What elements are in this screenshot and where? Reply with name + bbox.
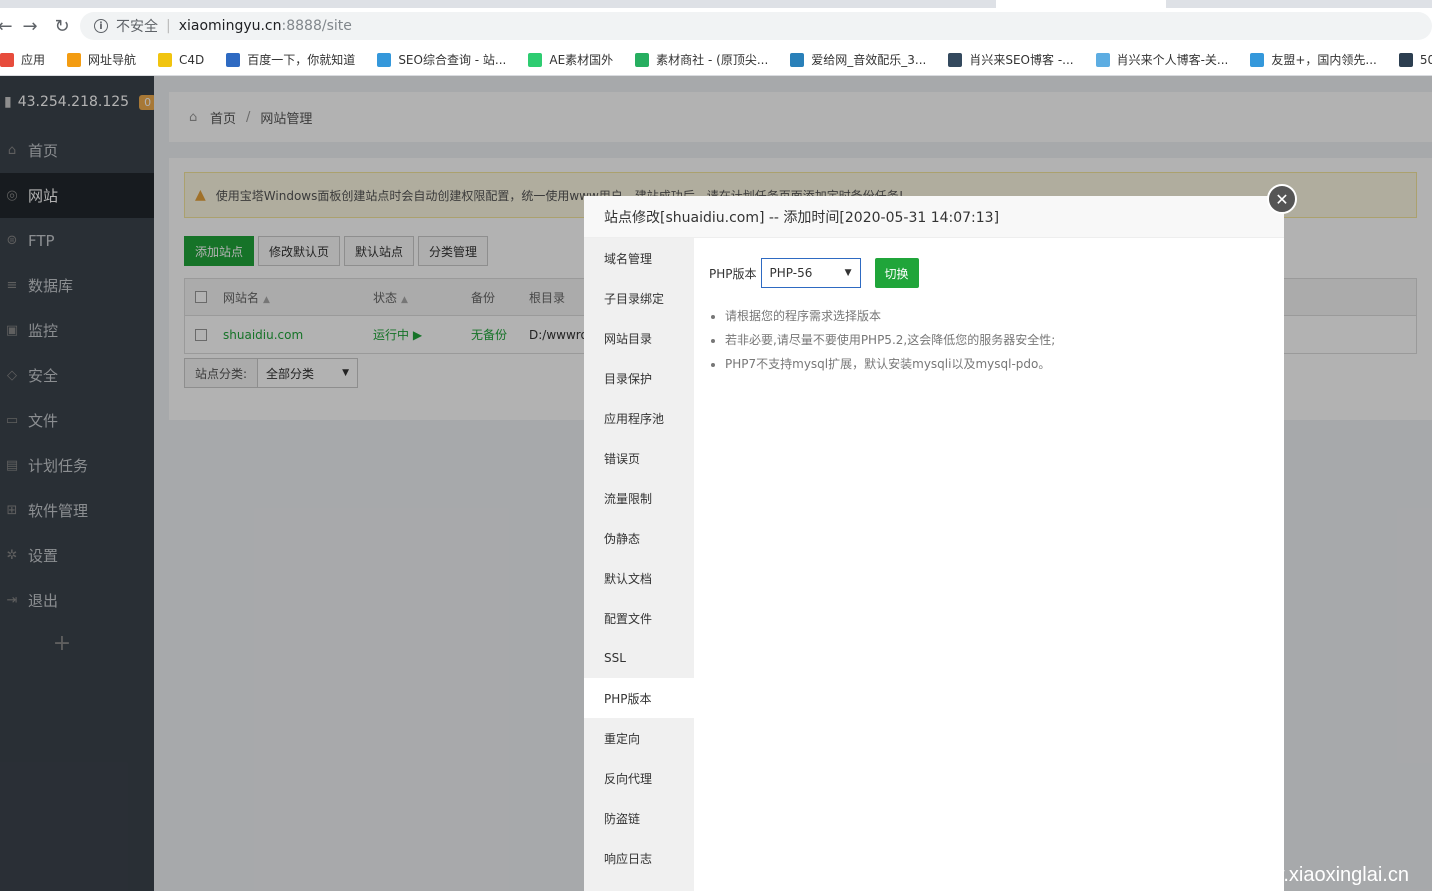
bookmark-label: 肖兴来个人博客-关... <box>1116 53 1229 67</box>
insecure-label: 不安全 <box>116 19 158 35</box>
bookmark-icon <box>0 52 14 67</box>
bookmark-item[interactable]: AE素材国外 <box>528 51 613 68</box>
watermark: w.xiaoxinglai.cn <box>1270 864 1409 886</box>
tip-item: 若非必要,请尽量不要使用PHP5.2,这会降低您的服务器安全性; <box>725 328 1269 352</box>
modal-tab[interactable]: 响应日志 <box>584 838 694 878</box>
dropdown-arrow-icon: ▼ <box>844 268 852 278</box>
modal-tab[interactable]: 流量限制 <box>584 478 694 518</box>
bookmark-icon <box>1250 52 1265 67</box>
tip-item: PHP7不支持mysql扩展，默认安装mysqli以及mysql-pdo。 <box>725 352 1269 376</box>
bookmark-icon <box>67 52 82 67</box>
bookmark-label: 友盟+，国内领先... <box>1271 53 1377 67</box>
close-icon[interactable]: ✕ <box>1267 184 1297 214</box>
php-version-label: PHP版本 <box>709 266 757 281</box>
bookmark-label: 肖兴来SEO博客 -... <box>969 53 1074 67</box>
bookmark-item[interactable]: 素材商社 - (原顶尖... <box>635 51 768 68</box>
bookmark-item[interactable]: 50 Sit <box>1398 52 1432 67</box>
bookmark-label: C4D <box>179 52 205 67</box>
modal-tab[interactable]: 重定向 <box>584 718 694 758</box>
bookmark-label: 网址导航 <box>88 53 137 67</box>
bookmark-icon <box>528 52 543 67</box>
url-path: :8888/site <box>281 18 352 34</box>
tip-item: 请根据您的程序需求选择版本 <box>725 304 1269 328</box>
bookmark-item[interactable]: 爱给网_音效配乐_3... <box>790 51 926 68</box>
bookmark-icon <box>1398 52 1413 67</box>
php-version-select[interactable]: PHP-56 ▼ <box>760 258 861 288</box>
modal-tab[interactable]: 默认文档 <box>584 558 694 598</box>
info-icon[interactable]: i <box>94 19 108 33</box>
bookmark-label: 应用 <box>21 53 46 67</box>
modal-tab[interactable]: 网站目录 <box>584 318 694 358</box>
bookmark-item[interactable]: 肖兴来SEO博客 -... <box>948 51 1074 68</box>
bookmark-icon <box>635 52 650 67</box>
modal-tab[interactable]: 伪静态 <box>584 518 694 558</box>
bookmark-item[interactable]: C4D <box>158 52 205 67</box>
bookmark-item[interactable]: 网址导航 <box>67 51 136 68</box>
bookmark-icon <box>790 52 805 67</box>
back-icon[interactable]: ← <box>0 12 13 40</box>
bookmark-item[interactable]: 肖兴来个人博客-关... <box>1095 51 1229 68</box>
url-input[interactable]: i 不安全 | xiaomingyu.cn:8888/site <box>80 12 1432 40</box>
modal-tab[interactable]: PHP版本 <box>584 678 694 718</box>
modal-tab[interactable]: 反向代理 <box>584 758 694 798</box>
url-separator: | <box>166 18 171 34</box>
reload-icon[interactable]: ↻ <box>48 12 76 40</box>
php-tips-list: 请根据您的程序需求选择版本若非必要,请尽量不要使用PHP5.2,这会降低您的服务… <box>709 304 1269 376</box>
bookmark-item[interactable]: 友盟+，国内领先... <box>1250 51 1377 68</box>
php-version-panel: PHP版本 PHP-56 ▼ 切换 请根据您的程序需求选择版本若非必要,请尽量不… <box>694 238 1284 891</box>
forward-icon[interactable]: → <box>16 12 44 40</box>
modal-tab[interactable]: 应用程序池 <box>584 398 694 438</box>
modal-tab[interactable]: 目录保护 <box>584 358 694 398</box>
bookmark-label: 爱给网_音效配乐_3... <box>811 53 927 67</box>
bookmark-label: 素材商社 - (原顶尖... <box>656 53 769 67</box>
bookmarks-bar: 应用 网址导航 C4D 百度一下，你就知道 SEO综合查询 - 站... AE素材国外 素材… <box>0 44 1432 76</box>
bookmark-item[interactable]: 应用 <box>0 51 45 68</box>
modal-tab[interactable]: 错误页 <box>584 438 694 478</box>
modal-tab[interactable]: 配置文件 <box>584 598 694 638</box>
bookmark-label: SEO综合查询 - 站... <box>398 53 507 67</box>
site-edit-modal: 站点修改[shuaidiu.com] -- 添加时间[2020-05-31 14… <box>584 196 1284 891</box>
bookmark-label: 百度一下，你就知道 <box>247 53 356 67</box>
modal-tabs: 域名管理 子目录绑定 网站目录 目录保护 应用程序池 错误页 流量限制 伪静态 默认文档 配置文件… <box>584 238 694 891</box>
php-version-row: PHP版本 PHP-56 ▼ 切换 <box>709 258 1269 288</box>
modal-tab[interactable]: 防盗链 <box>584 798 694 838</box>
browser-tab-active[interactable] <box>996 0 1166 8</box>
modal-title: 站点修改[shuaidiu.com] -- 添加时间[2020-05-31 14… <box>584 196 1284 238</box>
modal-tab[interactable]: 子目录绑定 <box>584 278 694 318</box>
bookmark-icon <box>1095 52 1110 67</box>
switch-button[interactable]: 切换 <box>874 258 919 288</box>
bookmark-icon <box>948 52 963 67</box>
bookmark-icon <box>226 52 241 67</box>
bookmark-item[interactable]: 百度一下，你就知道 <box>226 51 355 68</box>
url-host: xiaomingyu.cn <box>178 18 282 34</box>
php-version-value: PHP-56 <box>769 266 813 280</box>
bookmark-label: AE素材国外 <box>549 53 614 67</box>
browser-tab-strip <box>0 0 1432 8</box>
modal-tab[interactable]: 域名管理 <box>584 238 694 278</box>
bookmark-icon <box>158 52 173 67</box>
bookmark-label: 50 Sit <box>1419 52 1432 67</box>
address-bar: ← → ↻ i 不安全 | xiaomingyu.cn:8888/site <box>0 8 1432 44</box>
modal-tab[interactable]: SSL <box>584 638 694 678</box>
bookmark-icon <box>377 52 392 67</box>
bookmark-item[interactable]: SEO综合查询 - 站... <box>377 51 506 68</box>
